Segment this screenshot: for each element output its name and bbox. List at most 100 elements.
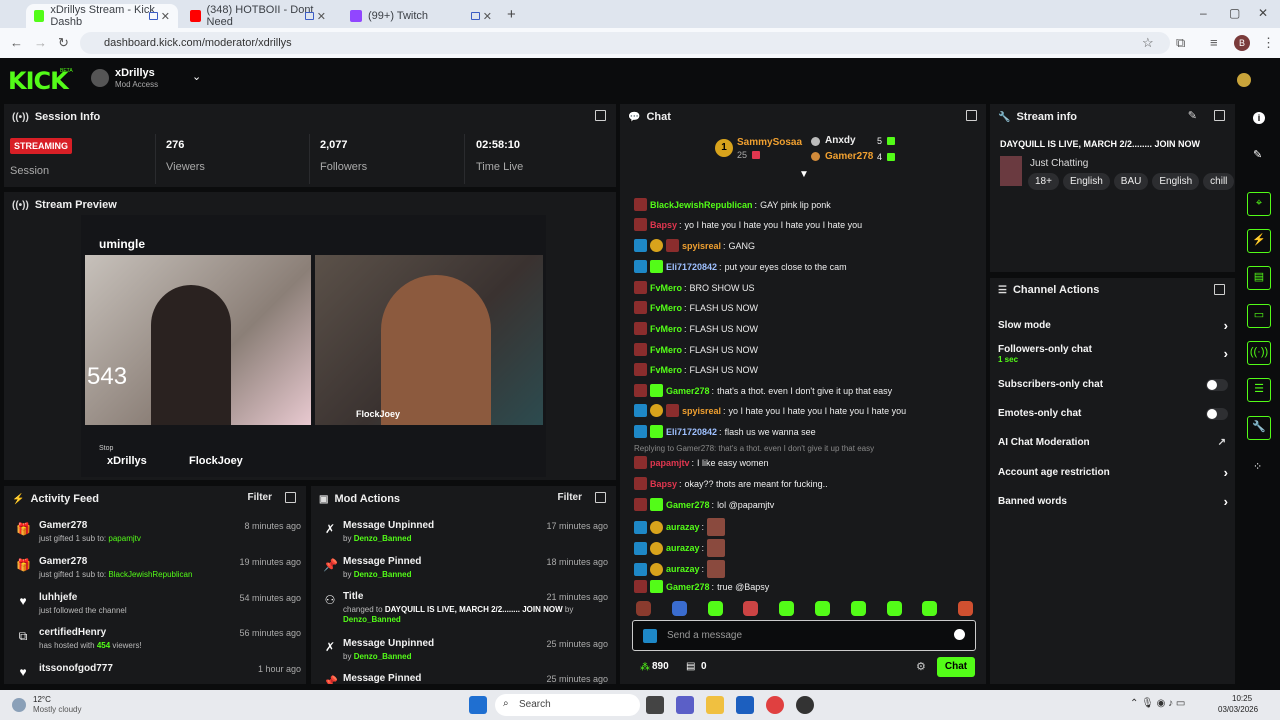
info-icon[interactable]: i [1253, 112, 1265, 124]
chat-username[interactable]: FvMero [650, 345, 682, 355]
document-icon[interactable]: ▤ [1247, 266, 1271, 290]
emote-icon[interactable] [779, 601, 795, 616]
collapse-icon[interactable]: ▼ [799, 169, 809, 180]
expand-icon[interactable] [1214, 110, 1225, 121]
emote-icon[interactable] [815, 601, 830, 616]
mod-user[interactable]: Denzo_Banned [343, 615, 401, 624]
gear-icon[interactable]: ⚙ [916, 660, 926, 673]
extensions-icon[interactable]: ⧉ [1176, 35, 1185, 51]
apps-icon[interactable]: ⁘ [1253, 460, 1262, 473]
mod-user[interactable]: Denzo_Banned [354, 652, 412, 661]
back-icon[interactable]: ← [10, 35, 23, 50]
send-chat-button[interactable]: Chat [937, 657, 975, 677]
url-field[interactable]: dashboard.kick.com/moderator/xdrillys [80, 32, 1170, 54]
mod-user[interactable]: Denzo_Banned [354, 534, 412, 543]
activity-target[interactable]: BlackJewishRepublican [108, 570, 192, 579]
chat-username[interactable]: aurazay [666, 564, 700, 574]
chevron-down-icon[interactable]: ⌄ [192, 70, 201, 83]
bolt-icon[interactable]: ⚡ [1247, 229, 1271, 253]
emote-icon[interactable] [743, 601, 759, 616]
task-view-icon[interactable] [646, 696, 664, 714]
reload-icon[interactable]: ↻ [58, 35, 69, 51]
activity-user[interactable]: itssonofgod777 [39, 663, 113, 674]
chat-username[interactable]: papamjtv [650, 458, 690, 468]
close-window-icon[interactable]: ✕ [1258, 6, 1268, 20]
chat-username[interactable]: Gamer278 [666, 500, 710, 510]
leader-name[interactable]: SammySosaa [737, 137, 802, 148]
chat-app-icon[interactable] [676, 696, 694, 714]
chat-username[interactable]: Gamer278 [666, 582, 710, 592]
ai-moderation-row[interactable]: AI Chat Moderation ↗ [998, 437, 1228, 448]
activity-user[interactable]: luhhjefe [39, 592, 77, 603]
start-icon[interactable] [469, 696, 487, 714]
chat-username[interactable]: Eli71720842 [666, 427, 717, 437]
emote-icon[interactable] [707, 601, 723, 616]
expand-icon[interactable] [285, 492, 296, 503]
chat-username[interactable]: Eli71720842 [666, 262, 717, 272]
chrome-icon[interactable] [766, 696, 784, 714]
chat-username[interactable]: aurazay [666, 522, 700, 532]
maximize-icon[interactable]: ▢ [1229, 6, 1240, 20]
mod-user[interactable]: Denzo_Banned [354, 570, 412, 579]
new-tab-button[interactable]: + [507, 6, 516, 23]
slow-mode-row[interactable]: Slow mode › [998, 318, 1228, 333]
chat-username[interactable]: spyisreal [682, 241, 721, 251]
chat-username[interactable]: FvMero [650, 324, 682, 334]
channel-name[interactable]: xDrillys [115, 67, 155, 79]
category-name[interactable]: Just Chatting [1030, 158, 1088, 169]
broadcast-icon[interactable]: ((·)) [1247, 341, 1271, 365]
activity-user[interactable]: certifiedHenry [39, 627, 106, 638]
expand-icon[interactable] [966, 110, 977, 121]
minimize-icon[interactable]: – [1200, 6, 1207, 20]
tab-twitch[interactable]: (99+) Twitch ✕ [342, 4, 500, 28]
bookmark-star-icon[interactable]: ☆ [1142, 35, 1154, 51]
chat-username[interactable]: BlackJewishRepublican [650, 200, 753, 210]
wrench-icon[interactable]: 🔧 [1247, 416, 1271, 440]
expand-icon[interactable] [1214, 284, 1225, 295]
tray-icons[interactable]: ⌃ 🎙 ◉ ♪ ▭ [1130, 698, 1185, 709]
taskbar-search[interactable]: ⌕ Search [495, 694, 640, 716]
emote-icon[interactable] [850, 601, 866, 616]
account-age-row[interactable]: Account age restriction › [998, 465, 1228, 480]
emote-icon[interactable] [886, 601, 902, 616]
tab-kick[interactable]: xDrillys Stream - Kick Dashb ✕ [26, 4, 178, 28]
chat-bubble-icon[interactable]: ▭ [1247, 304, 1271, 328]
close-icon[interactable]: ✕ [317, 10, 326, 23]
expand-icon[interactable] [595, 110, 606, 121]
emote-icon[interactable] [922, 601, 938, 616]
close-icon[interactable]: ✕ [161, 10, 170, 23]
leader-name[interactable]: Gamer278 [825, 151, 873, 162]
chat-username[interactable]: aurazay [666, 543, 700, 553]
emotes-only-toggle[interactable] [1206, 408, 1228, 420]
activity-user[interactable]: Gamer278 [39, 520, 87, 531]
media-icon[interactable]: ≡ [1210, 35, 1218, 50]
filter-button[interactable]: Filter [558, 492, 582, 503]
emote-icon[interactable] [671, 601, 687, 616]
tab-youtube[interactable]: (348) HOTBOII - Dont Need ✕ [182, 4, 334, 28]
activity-target[interactable]: papamjtv [108, 534, 140, 543]
app-icon[interactable] [796, 696, 814, 714]
emoji-icon[interactable] [954, 629, 965, 640]
filter-button[interactable]: Filter [248, 492, 272, 503]
chat-username[interactable]: spyisreal [682, 406, 721, 416]
channel-avatar[interactable] [91, 69, 109, 87]
leader-name[interactable]: Anxdy [825, 135, 856, 146]
close-icon[interactable]: ✕ [483, 10, 492, 23]
expand-icon[interactable] [595, 492, 606, 503]
chat-username[interactable]: FvMero [650, 303, 682, 313]
edit-icon[interactable]: ✎ [1188, 109, 1197, 122]
emote-icon[interactable] [636, 601, 651, 616]
chat-username[interactable]: FvMero [650, 365, 682, 375]
activity-user[interactable]: Gamer278 [39, 556, 87, 567]
chat-input[interactable]: Send a message [632, 620, 976, 651]
menu-icon[interactable]: ⋮ [1262, 35, 1275, 51]
file-explorer-icon[interactable] [706, 696, 724, 714]
chat-username[interactable]: Gamer278 [666, 386, 710, 396]
profile-avatar[interactable]: B [1234, 35, 1250, 51]
kick-logo[interactable]: KICK [8, 67, 69, 95]
user-avatar[interactable] [1237, 73, 1251, 87]
emote-icon[interactable] [958, 601, 974, 616]
subscribers-only-toggle[interactable] [1206, 379, 1228, 391]
chat-username[interactable]: Bapsy [650, 220, 677, 230]
followers-only-row[interactable]: Followers-only chat 1 sec › [998, 344, 1228, 364]
